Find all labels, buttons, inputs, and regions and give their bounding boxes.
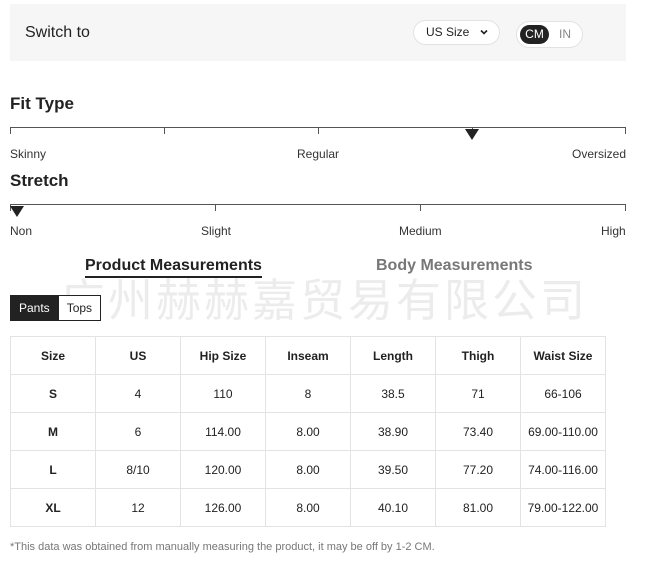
- tab-tops[interactable]: Tops: [58, 295, 102, 321]
- table-cell: 114.00: [180, 412, 266, 451]
- table-cell: 40.10: [350, 488, 436, 527]
- unit-in-button[interactable]: IN: [555, 25, 575, 44]
- table-cell: 38.90: [350, 412, 436, 451]
- table-row: L 8/10 120.00 8.00 39.50 77.20 74.00-116…: [10, 450, 606, 489]
- column-header-hip-size: Hip Size: [180, 336, 266, 375]
- table-cell: 69.00-110.00: [520, 412, 606, 451]
- table-cell: M: [10, 412, 96, 451]
- scale-tick: [625, 204, 626, 211]
- table-cell: 71: [435, 374, 521, 413]
- scale-tick: [164, 127, 165, 134]
- tab-body-measurements[interactable]: Body Measurements: [376, 257, 533, 275]
- column-header-size: Size: [10, 336, 96, 375]
- stretch-marker: [10, 206, 24, 217]
- tab-product-measurements[interactable]: Product Measurements: [85, 257, 262, 278]
- table-cell: 8: [265, 374, 351, 413]
- table-cell: 126.00: [180, 488, 266, 527]
- scale-tick: [420, 204, 421, 211]
- table-cell: 8.00: [265, 412, 351, 451]
- stretch-title: Stretch: [10, 171, 69, 190]
- scale-tick: [625, 127, 626, 134]
- unit-cm-button[interactable]: CM: [520, 25, 549, 44]
- table-cell: 120.00: [180, 450, 266, 489]
- table-row: XL 12 126.00 8.00 40.10 81.00 79.00-122.…: [10, 488, 606, 527]
- scale-tick: [215, 204, 216, 211]
- fit-type-label-skinny: Skinny: [10, 147, 47, 161]
- table-cell: 6: [95, 412, 181, 451]
- column-header-length: Length: [350, 336, 436, 375]
- table-cell: 4: [95, 374, 181, 413]
- table-cell: 73.40: [435, 412, 521, 451]
- table-cell: 8.00: [265, 450, 351, 489]
- table-cell: 8/10: [95, 450, 181, 489]
- table-cell: XL: [10, 488, 96, 527]
- column-header-us: US: [95, 336, 181, 375]
- stretch-label-slight: Slight: [201, 224, 232, 238]
- table-header-row: Size US Hip Size Inseam Length Thigh Wai…: [10, 336, 606, 375]
- table-cell: 79.00-122.00: [520, 488, 606, 527]
- tab-pants[interactable]: Pants: [10, 295, 59, 321]
- fit-type-marker: [465, 129, 479, 140]
- table-row: M 6 114.00 8.00 38.90 73.40 69.00-110.00: [10, 412, 606, 451]
- switch-to-label: Switch to: [25, 24, 90, 41]
- table-cell: S: [10, 374, 96, 413]
- column-header-waist-size: Waist Size: [520, 336, 606, 375]
- fit-type-label-regular: Regular: [297, 147, 340, 161]
- column-header-thigh: Thigh: [435, 336, 521, 375]
- fit-type-label-oversized: Oversized: [572, 147, 627, 161]
- scale-tick: [10, 127, 11, 134]
- table-cell: 110: [180, 374, 266, 413]
- table-cell: 66-106: [520, 374, 606, 413]
- stretch-label-high: High: [601, 224, 626, 238]
- table-cell: 38.5: [350, 374, 436, 413]
- table-cell: 74.00-116.00: [520, 450, 606, 489]
- chevron-down-icon: [480, 29, 488, 35]
- table-cell: 8.00: [265, 488, 351, 527]
- table-cell: 81.00: [435, 488, 521, 527]
- size-switch-bar: Switch to US Size CM IN: [10, 4, 626, 61]
- table-cell: 77.20: [435, 450, 521, 489]
- fit-type-title: Fit Type: [10, 94, 74, 113]
- table-cell: 39.50: [350, 450, 436, 489]
- size-system-value: US Size: [426, 25, 470, 39]
- measurement-footnote: *This data was obtained from manually me…: [10, 541, 435, 553]
- table-row: S 4 110 8 38.5 71 66-106: [10, 374, 606, 413]
- unit-toggle: CM IN: [516, 21, 583, 48]
- table-cell: 12: [95, 488, 181, 527]
- stretch-label-non: Non: [10, 224, 33, 238]
- table-cell: L: [10, 450, 96, 489]
- stretch-scale-line: [10, 204, 626, 205]
- garment-type-tabs: Pants Tops: [10, 295, 102, 321]
- column-header-inseam: Inseam: [265, 336, 351, 375]
- scale-tick: [318, 127, 319, 134]
- stretch-label-medium: Medium: [399, 224, 442, 238]
- size-system-select[interactable]: US Size: [413, 20, 500, 45]
- size-chart-table: Size US Hip Size Inseam Length Thigh Wai…: [10, 336, 606, 527]
